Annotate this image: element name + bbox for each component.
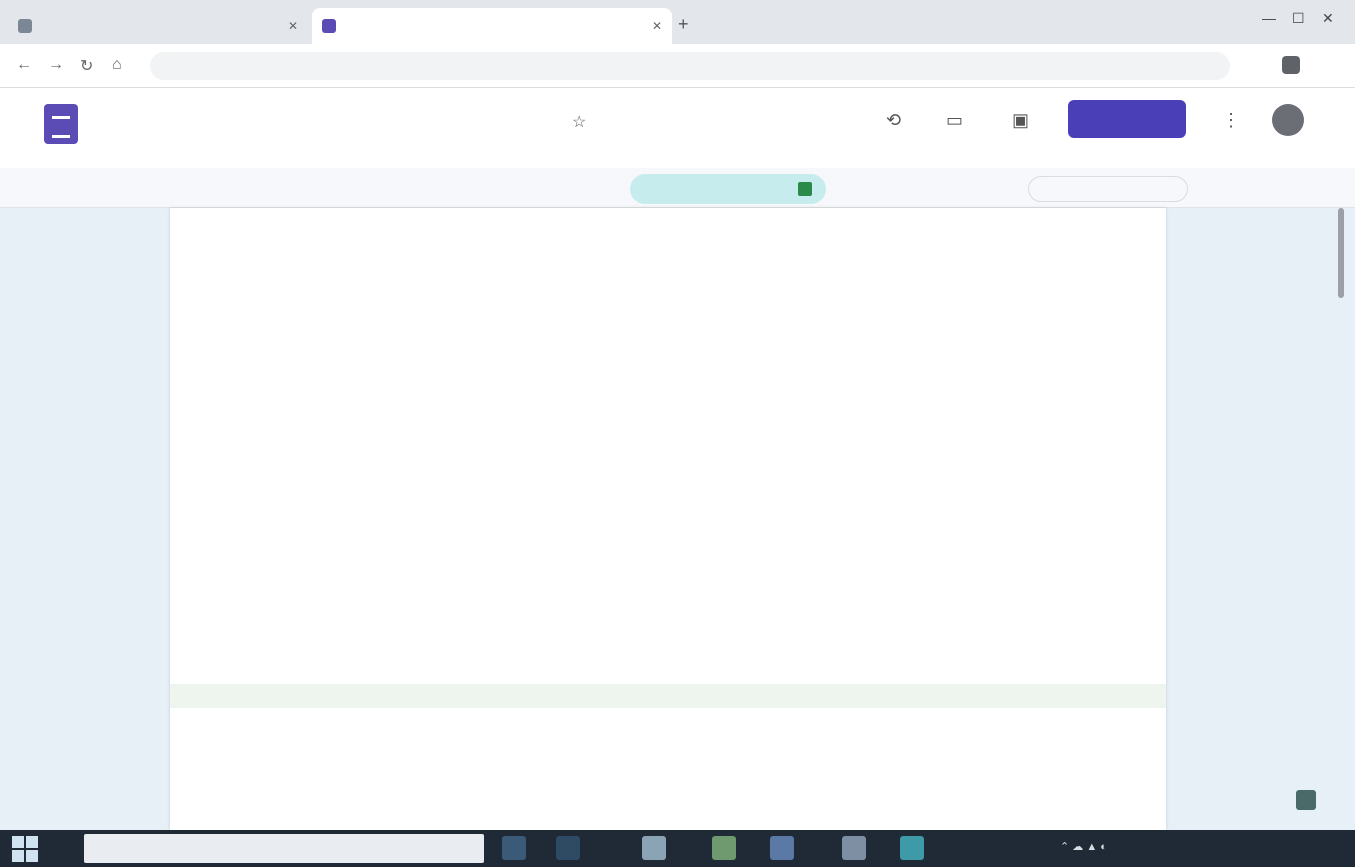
tab-favicon-icon [18, 19, 32, 33]
tab-favicon-icon [322, 19, 336, 33]
address-bar[interactable] [150, 52, 1230, 80]
task-view-icon[interactable] [502, 836, 526, 860]
tab-close-icon[interactable]: ✕ [288, 19, 298, 33]
close-window-icon[interactable]: ✕ [1322, 10, 1334, 27]
browser-tab-strip: ✕ ✕ + — ☐ ✕ [0, 0, 1355, 44]
taskbar-search-input[interactable] [84, 834, 484, 863]
extension-icon[interactable] [1282, 56, 1300, 74]
minimize-icon[interactable]: — [1262, 10, 1276, 26]
scroll-thumb[interactable] [1338, 208, 1344, 298]
docs-header: ☆ ⟲ ▭ ▣ ⋮ [0, 88, 1355, 168]
tab-close-icon[interactable]: ✕ [652, 19, 662, 33]
meet-icon[interactable]: ▣ [1012, 110, 1029, 131]
new-tab-icon[interactable]: + [678, 14, 689, 35]
more-icon[interactable]: ⋮ [1222, 110, 1240, 131]
browser-tab-inactive[interactable]: ✕ [8, 8, 308, 44]
back-icon[interactable]: ← [16, 56, 32, 74]
star-icon[interactable]: ☆ [572, 112, 586, 132]
expand-icon[interactable] [1296, 790, 1316, 810]
taskbar-app-icon[interactable] [556, 836, 580, 860]
history-icon[interactable]: ⟲ [886, 110, 901, 131]
forward-icon[interactable]: → [48, 56, 64, 74]
comment-icon[interactable]: ▭ [946, 110, 963, 131]
taskbar-app-icon[interactable] [712, 836, 736, 860]
taskbar-app-icon[interactable] [770, 836, 794, 860]
taskbar-app-icon[interactable] [842, 836, 866, 860]
home-icon[interactable]: ⌂ [112, 56, 122, 74]
start-icon[interactable] [12, 836, 38, 862]
docs-toolbar [0, 168, 1355, 208]
maximize-icon[interactable]: ☐ [1292, 10, 1305, 27]
editing-mode-chip[interactable] [630, 174, 826, 204]
document-canvas [0, 208, 1355, 830]
mode-chip-icon [798, 182, 812, 196]
taskbar-app-icon[interactable] [900, 836, 924, 860]
taskbar-app-icon[interactable] [642, 836, 666, 860]
share-button[interactable] [1068, 100, 1186, 138]
system-tray[interactable]: ⌃ ☁ ▲ ◐ [1060, 840, 1107, 853]
browser-tab-active[interactable]: ✕ [312, 8, 672, 44]
highlighted-row [170, 684, 1166, 708]
document-page[interactable] [170, 208, 1166, 830]
avatar[interactable] [1272, 104, 1304, 136]
toolbar-right-chip[interactable] [1028, 176, 1188, 202]
vertical-scrollbar[interactable] [1336, 208, 1346, 808]
reload-icon[interactable]: ↻ [80, 56, 93, 76]
browser-toolbar: ← → ↻ ⌂ [0, 44, 1355, 88]
docs-logo-icon[interactable] [44, 104, 78, 144]
taskbar: ⌃ ☁ ▲ ◐ [0, 830, 1355, 867]
